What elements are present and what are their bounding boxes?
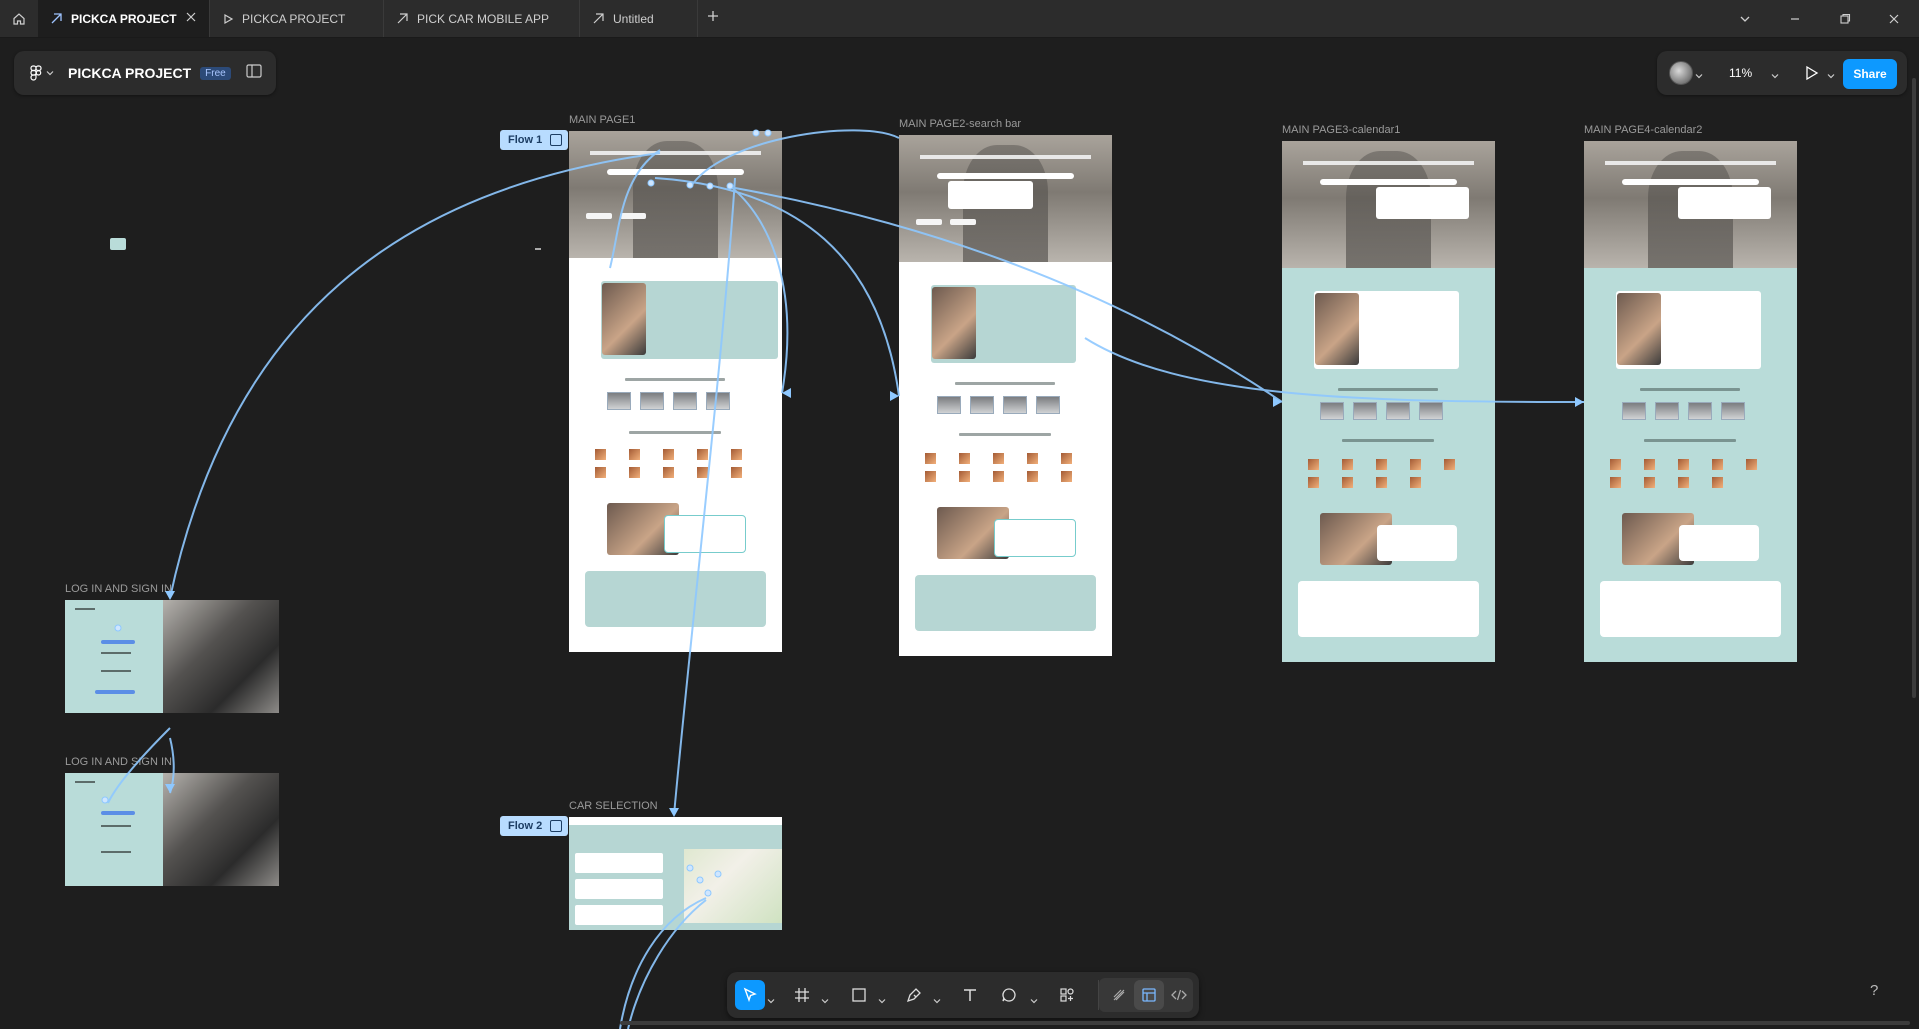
comment-tool-button[interactable] bbox=[994, 980, 1024, 1010]
vertical-scrollbar[interactable] bbox=[1912, 78, 1916, 698]
chevron-down-icon bbox=[1740, 16, 1750, 22]
tab-label: PICKCA PROJECT bbox=[242, 11, 346, 26]
pen-tool-button[interactable] bbox=[899, 980, 929, 1010]
tab-label: PICK CAR MOBILE APP bbox=[417, 11, 550, 26]
chevron-down-icon bbox=[46, 71, 54, 76]
minimize-button[interactable] bbox=[1770, 0, 1820, 37]
avatar[interactable] bbox=[1669, 61, 1693, 85]
dev-mode-icon bbox=[1171, 989, 1187, 1001]
share-button[interactable]: Share bbox=[1843, 59, 1897, 89]
main-menu-button[interactable] bbox=[30, 65, 54, 81]
chevron-down-icon[interactable] bbox=[1827, 67, 1835, 85]
file-menu-panel: PICKCA PROJECT Free bbox=[14, 51, 276, 95]
move-tool-button[interactable] bbox=[735, 980, 765, 1010]
window-close-button[interactable] bbox=[1869, 0, 1919, 37]
design-file-icon bbox=[592, 12, 605, 25]
rectangle-tool-button[interactable] bbox=[844, 980, 874, 1010]
tab-file-4[interactable]: Untitled bbox=[580, 0, 698, 37]
tab-file-3[interactable]: PICK CAR MOBILE APP bbox=[384, 0, 580, 37]
actions-icon bbox=[1060, 988, 1074, 1002]
plus-icon bbox=[708, 11, 718, 21]
minimize-icon bbox=[1791, 17, 1799, 20]
move-tool-icon bbox=[743, 987, 757, 1003]
file-name[interactable]: PICKCA PROJECT bbox=[68, 65, 191, 81]
prototype-connections bbox=[101, 129, 1585, 1029]
design-canvas[interactable]: MAIN PAGE1 MAIN PAGE2-search bar MAIN PA… bbox=[0, 38, 1919, 1029]
tab-label: Untitled bbox=[613, 11, 654, 26]
tab-file-2[interactable]: PICKCA PROJECT bbox=[210, 0, 384, 37]
zoom-level: 11% bbox=[1729, 66, 1753, 80]
play-icon bbox=[1806, 65, 1819, 81]
tab-label: PICKCA PROJECT bbox=[71, 11, 177, 26]
top-right-controls: 11% Share bbox=[1657, 51, 1907, 95]
zoom-dropdown[interactable]: 11% bbox=[1713, 59, 1779, 87]
chevron-down-icon[interactable] bbox=[1771, 67, 1779, 85]
bottom-toolbar bbox=[727, 972, 1199, 1018]
title-bar: PICKCA PROJECT PICKCA PROJECT PICK CAR M… bbox=[0, 0, 1919, 38]
chevron-down-icon[interactable] bbox=[1030, 992, 1038, 1010]
present-button[interactable] bbox=[1805, 65, 1819, 86]
chevron-down-icon[interactable] bbox=[821, 992, 829, 1010]
maximize-button[interactable] bbox=[1820, 0, 1870, 37]
design-mode-button[interactable] bbox=[1134, 980, 1164, 1010]
horizontal-scrollbar[interactable] bbox=[620, 1021, 1910, 1025]
actions-button[interactable] bbox=[1052, 980, 1082, 1010]
chevron-down-icon[interactable] bbox=[933, 992, 941, 1010]
frame-tool-icon bbox=[795, 988, 809, 1002]
maximize-icon bbox=[1840, 13, 1851, 24]
draw-mode-icon bbox=[1113, 989, 1125, 1001]
design-mode-icon bbox=[1142, 988, 1156, 1002]
tab-list-button[interactable] bbox=[1720, 0, 1770, 37]
chevron-down-icon[interactable] bbox=[1695, 67, 1703, 85]
chevron-down-icon[interactable] bbox=[767, 992, 775, 1010]
rectangle-tool-icon bbox=[852, 988, 866, 1002]
sidebar-toggle-icon bbox=[246, 63, 262, 78]
tab-file-1[interactable]: PICKCA PROJECT bbox=[38, 0, 210, 37]
design-file-icon bbox=[50, 12, 63, 25]
window-close-icon bbox=[1889, 14, 1899, 23]
new-tab-button[interactable] bbox=[706, 9, 720, 28]
text-tool-icon bbox=[964, 989, 976, 1001]
figma-menu-icon bbox=[30, 65, 42, 81]
home-button[interactable] bbox=[0, 0, 38, 37]
design-file-icon bbox=[396, 12, 409, 25]
home-icon bbox=[13, 12, 25, 25]
pen-tool-icon bbox=[906, 988, 921, 1003]
close-icon[interactable] bbox=[185, 11, 197, 26]
plan-badge[interactable]: Free bbox=[200, 66, 231, 80]
sidebar-toggle-button[interactable] bbox=[246, 63, 262, 83]
prototype-icon bbox=[222, 13, 234, 25]
text-tool-button[interactable] bbox=[955, 980, 985, 1010]
draw-mode-button[interactable] bbox=[1104, 980, 1134, 1010]
help-button[interactable]: ? bbox=[1870, 982, 1878, 999]
chevron-down-icon[interactable] bbox=[878, 992, 886, 1010]
dev-mode-button[interactable] bbox=[1164, 980, 1194, 1010]
comment-tool-icon bbox=[1002, 988, 1016, 1002]
frame-tool-button[interactable] bbox=[787, 980, 817, 1010]
